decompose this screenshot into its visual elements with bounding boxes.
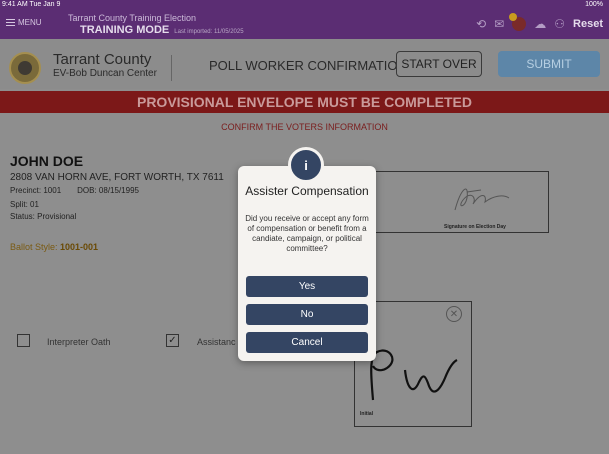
interpreter-oath-checkbox[interactable]: [17, 334, 30, 347]
reset-button[interactable]: Reset: [573, 18, 603, 30]
battery-level: 100%: [585, 1, 603, 8]
assistance-label: Assistanc: [197, 337, 236, 347]
voter-precinct: Precinct: 1001: [10, 186, 62, 195]
divider: [171, 55, 172, 81]
users-icon[interactable]: ⚇: [554, 17, 565, 31]
mail-icon[interactable]: ✉: [494, 17, 504, 31]
clear-initial-icon[interactable]: ✕: [446, 306, 462, 322]
dialog-title: Assister Compensation: [245, 184, 369, 198]
history-icon[interactable]: ⟲: [476, 17, 486, 31]
submit-button[interactable]: SUBMIT: [498, 51, 600, 77]
app-title: Tarrant County Training Election: [68, 13, 197, 23]
location-name: EV-Bob Duncan Center: [53, 68, 157, 79]
menu-button[interactable]: MENU: [6, 18, 42, 27]
signature-label: Signature on Election Day: [444, 224, 506, 230]
voter-status: Status: Provisional: [10, 212, 77, 221]
cloud-icon[interactable]: ☁: [534, 17, 546, 31]
ballot-style: Ballot Style: 1001-001: [10, 242, 98, 252]
voter-name: JOHN DOE: [10, 153, 84, 169]
county-seal-logo: [9, 52, 41, 84]
ballot-style-label: Ballot Style:: [10, 242, 61, 252]
notification-icon[interactable]: [509, 13, 527, 31]
page-title: POLL WORKER CONFIRMATION: [209, 58, 407, 73]
start-over-button[interactable]: START OVER: [396, 51, 482, 77]
no-button[interactable]: No: [246, 304, 368, 325]
ballot-style-value: 1001-001: [60, 242, 99, 252]
voter-split: Split: 01: [10, 200, 39, 209]
page-header: Tarrant County EV-Bob Duncan Center POLL…: [0, 39, 609, 89]
voter-dob: DOB: 08/15/1995: [77, 186, 139, 195]
yes-button[interactable]: Yes: [246, 276, 368, 297]
last-imported: Last imported: 11/05/2025: [174, 29, 244, 35]
voter-address: 2808 VAN HORN AVE, FORT WORTH, TX 7611: [10, 172, 224, 183]
initial-label: Initial: [360, 411, 374, 417]
signature-drawing: [454, 188, 510, 211]
assistance-checkbox[interactable]: ✓: [166, 334, 179, 347]
status-bar: 9:41 AM Tue Jan 9 100%: [0, 0, 609, 9]
info-icon: i: [288, 147, 324, 183]
cancel-button[interactable]: Cancel: [246, 332, 368, 353]
mode-title: TRAINING MODE Last imported: 11/05/2025: [80, 24, 244, 36]
hamburger-icon: [6, 19, 15, 26]
county-name: Tarrant County: [53, 51, 152, 68]
status-time: 9:41 AM Tue Jan 9: [2, 1, 61, 8]
interpreter-oath-label: Interpreter Oath: [47, 337, 111, 347]
top-icons: ⟲ ✉ ☁ ⚇ Reset: [476, 13, 603, 31]
voter-precinct-dob: Precinct: 1001 DOB: 08/15/1995: [10, 186, 139, 195]
training-mode-label: TRAINING MODE: [80, 24, 170, 36]
confirm-instruction: CONFIRM THE VOTERS INFORMATION: [221, 122, 388, 132]
provisional-banner: PROVISIONAL ENVELOPE MUST BE COMPLETED: [0, 91, 609, 113]
top-bar: MENU Tarrant County Training Election TR…: [0, 9, 609, 39]
dialog-message: Did you receive or accept any form of co…: [245, 214, 369, 253]
signature-box[interactable]: Signature on Election Day: [361, 171, 549, 233]
menu-label: MENU: [18, 18, 42, 27]
checkmark-icon: ✓: [168, 335, 177, 346]
